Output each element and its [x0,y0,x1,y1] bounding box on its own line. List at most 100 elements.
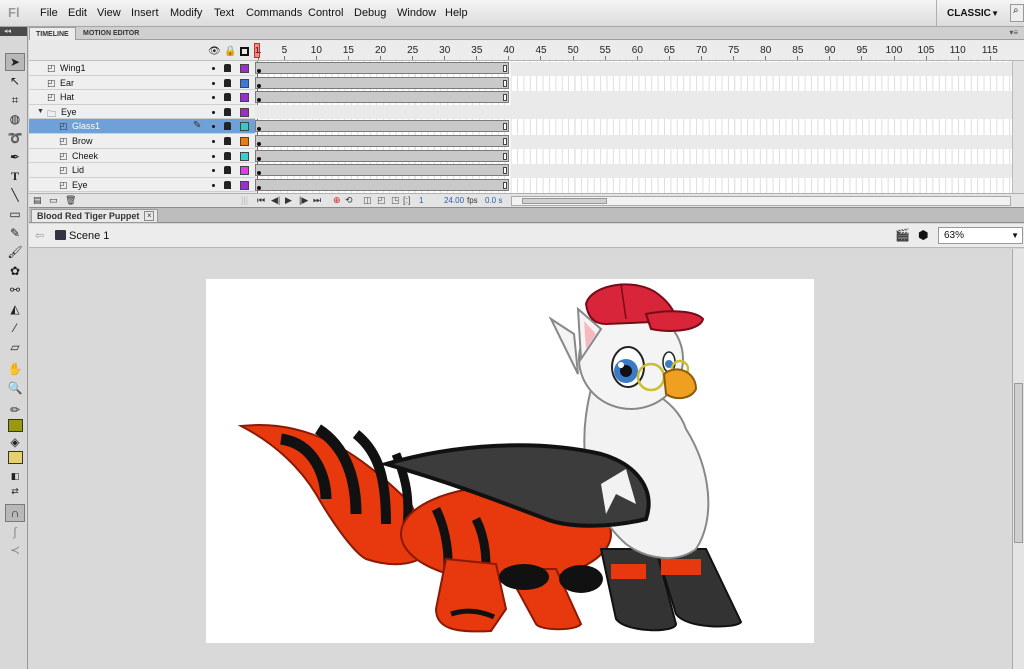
stage[interactable] [206,279,814,643]
visibility-toggle[interactable] [212,169,215,173]
tab-motion-editor[interactable]: MOTION EDITOR [77,27,145,40]
frame-span[interactable] [255,120,509,133]
keyframe[interactable] [257,185,261,190]
zoom-tool-icon[interactable]: 🔍 [5,379,25,397]
rectangle-tool-icon[interactable]: ▭ [5,205,25,223]
keyframe[interactable] [257,127,261,132]
lock-icon[interactable] [224,137,231,145]
frame-span[interactable] [255,62,509,74]
layer-row[interactable]: ▼ 🗀 Eye [29,104,255,120]
play-icon[interactable]: ▶ [285,195,292,206]
delete-layer-icon[interactable]: 🗑 [65,195,76,206]
3d-rotation-tool-icon[interactable]: ◍ [5,110,25,128]
visibility-toggle[interactable] [212,81,215,85]
zoom-select[interactable]: 63% ▼ [938,227,1023,244]
last-frame-icon[interactable]: ⏭ [313,195,321,206]
scroll-thumb[interactable] [522,198,607,204]
lock-icon[interactable]: 🔒 [224,46,236,57]
step-back-icon[interactable]: ◀| [271,195,280,206]
lock-icon[interactable] [224,122,231,131]
frame-span[interactable] [255,164,509,177]
visibility-toggle[interactable] [212,183,215,187]
layer-name[interactable]: Wing1 [60,63,86,73]
playhead[interactable]: 1 [254,43,260,58]
keyframe[interactable] [257,156,261,161]
layer-outline-color[interactable] [240,137,249,146]
frame-span[interactable] [255,149,509,162]
layer-row[interactable]: ◰ Brow [29,134,255,149]
paint-bucket-tool-icon[interactable]: ◭ [5,300,25,318]
layer-outline-color[interactable] [240,166,249,176]
menu-text[interactable]: Text [214,7,234,19]
layer-name[interactable]: Cheek [72,151,98,161]
frame-span[interactable] [255,91,509,104]
visibility-toggle[interactable] [212,110,215,114]
workspace-switcher[interactable]: CLASSIC ▼ [936,0,1008,26]
end-frame[interactable] [503,94,507,102]
scene-name[interactable]: Scene 1 [69,230,109,242]
tab-timeline[interactable]: TIMELINE [29,27,76,40]
fill-color-swatch[interactable] [8,451,23,464]
visibility-toggle[interactable] [212,125,215,129]
onion-outline-icon[interactable]: ◰ [377,195,386,206]
layer-row[interactable]: ◰ Hat [29,90,255,105]
frame-ruler[interactable]: 1510152025303540455055606570758085909510… [255,41,1024,61]
line-tool-icon[interactable]: ╲ [5,186,25,204]
lock-icon[interactable] [224,93,231,102]
swap-colors-icon[interactable]: ⇄ [5,482,25,500]
search-icon[interactable]: ⌕ [1010,4,1024,22]
deco-tool-icon[interactable]: ✿ [5,262,25,280]
subselection-tool-icon[interactable]: ↖ [5,72,25,90]
layer-row[interactable]: ◰ Glass1 ✎ [29,119,255,134]
lock-icon[interactable] [224,166,231,175]
layer-row[interactable]: ◰ Eye [29,177,255,193]
edit-symbols-icon[interactable]: ⬢ [918,228,928,242]
layer-name[interactable]: Lid [72,165,84,175]
eraser-tool-icon[interactable]: ▱ [5,338,25,356]
menu-help[interactable]: Help [445,7,468,19]
end-frame[interactable] [503,167,507,175]
onion-skin-icon[interactable]: ◫ [363,195,372,206]
snap-magnet-icon[interactable]: ∩ [5,504,25,522]
close-icon[interactable]: × [144,211,155,221]
visibility-toggle[interactable] [212,96,215,100]
stage-vertical-scrollbar[interactable] [1012,249,1024,669]
document-tab[interactable]: Blood Red Tiger Puppet × [31,209,159,223]
new-folder-icon[interactable]: ▭ [49,195,58,206]
hand-tool-icon[interactable]: ✋ [5,360,25,378]
timeline-vertical-scrollbar[interactable] [1012,61,1024,193]
keyframe[interactable] [257,69,261,73]
layer-name[interactable]: Eye [72,180,88,190]
layer-name[interactable]: Ear [60,78,74,88]
layer-row[interactable]: ◰ Ear [29,75,255,91]
end-frame[interactable] [503,138,507,145]
menu-file[interactable]: File [40,7,58,19]
end-frame[interactable] [503,181,507,189]
bone-tool-icon[interactable]: ⚯ [5,281,25,299]
stroke-color-swatch[interactable] [8,419,23,432]
loop-icon[interactable]: ⟲ [345,195,353,206]
panel-collapse-icon[interactable]: ◂◂ [0,27,27,36]
current-frame-value[interactable]: 1 [419,196,423,205]
lock-icon[interactable] [224,151,231,160]
panel-menu-icon[interactable]: ▾≡ [1009,28,1018,37]
pencil-tool-icon[interactable]: ✎ [5,224,25,242]
eye-icon[interactable]: 👁 [208,46,221,57]
layer-row[interactable]: ◰ Wing1 [29,61,255,76]
keyframe[interactable] [257,98,261,103]
keyframe[interactable] [257,171,261,176]
scroll-to-playhead-icon[interactable]: ||| [241,195,248,205]
layer-outline-color[interactable] [240,151,249,161]
frame-span[interactable] [255,178,509,191]
menu-modify[interactable]: Modify [170,7,202,19]
onion-markers-icon[interactable]: [:] [403,195,411,205]
end-frame[interactable] [503,65,507,72]
menu-control[interactable]: Control [308,7,343,19]
fps-value[interactable]: 24.00 [444,196,464,205]
step-forward-icon[interactable]: |▶ [299,195,308,206]
frame-grid[interactable] [255,61,1012,193]
lock-icon[interactable] [224,107,231,116]
end-frame[interactable] [503,152,507,160]
back-arrow-icon[interactable]: ⇦ [35,229,44,242]
brush-tool-icon[interactable]: 🖌 [5,243,25,261]
